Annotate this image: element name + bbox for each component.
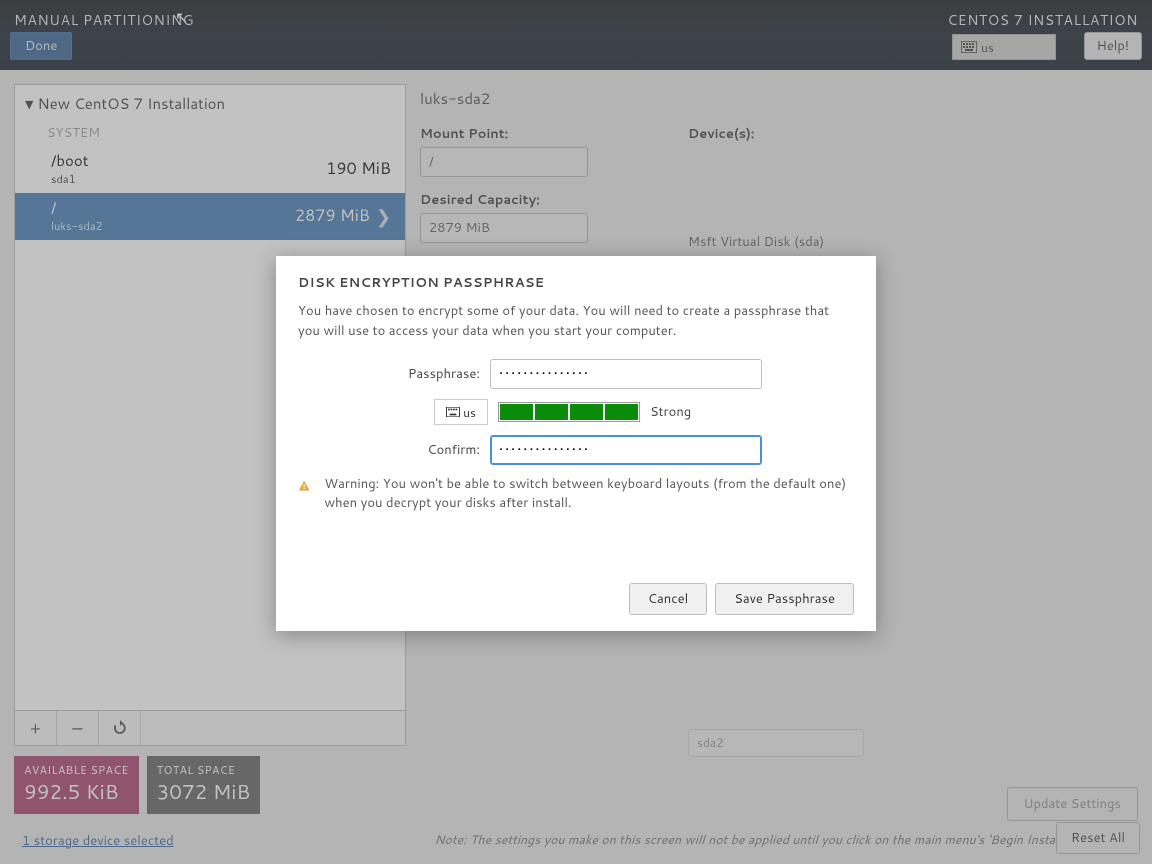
- strength-label: Strong: [650, 403, 691, 421]
- confirm-label: Confirm:: [298, 441, 480, 459]
- warning-icon: [298, 477, 310, 495]
- strength-bar-3: [570, 404, 603, 420]
- confirm-input[interactable]: [490, 435, 762, 465]
- strength-bar-1: [500, 404, 533, 420]
- encryption-passphrase-dialog: DISK ENCRYPTION PASSPHRASE You have chos…: [276, 256, 876, 631]
- keyboard-icon: [446, 407, 460, 417]
- cancel-button[interactable]: Cancel: [629, 583, 707, 615]
- strength-bar-4: [605, 404, 638, 420]
- passphrase-input[interactable]: [490, 359, 762, 389]
- strength-meter: [498, 402, 640, 422]
- dialog-description: You have chosen to encrypt some of your …: [298, 302, 854, 341]
- dialog-kb-text: us: [463, 404, 476, 421]
- warning-text: Warning: You won't be able to switch bet…: [324, 475, 854, 513]
- strength-bar-2: [535, 404, 568, 420]
- save-passphrase-button[interactable]: Save Passphrase: [715, 583, 854, 615]
- passphrase-label: Passphrase:: [298, 365, 480, 383]
- dialog-title: DISK ENCRYPTION PASSPHRASE: [298, 274, 854, 292]
- dialog-keyboard-indicator[interactable]: us: [434, 399, 488, 425]
